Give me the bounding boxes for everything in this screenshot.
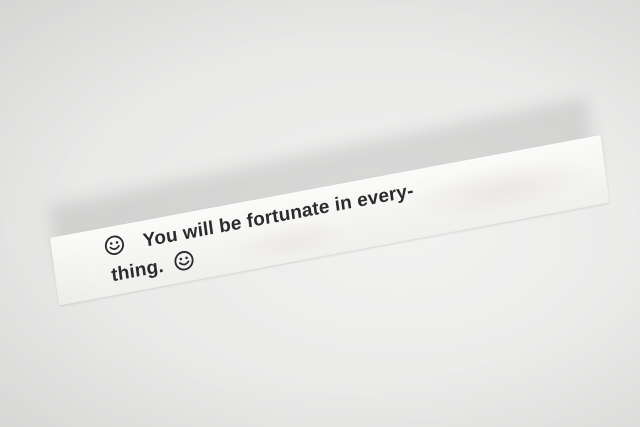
photo-scene: You will be fortunate in every- thing. <box>0 0 640 427</box>
smiley-face-icon <box>172 248 197 274</box>
smiley-face-icon <box>102 232 127 258</box>
fortune-text-line-2: thing. <box>110 255 165 287</box>
